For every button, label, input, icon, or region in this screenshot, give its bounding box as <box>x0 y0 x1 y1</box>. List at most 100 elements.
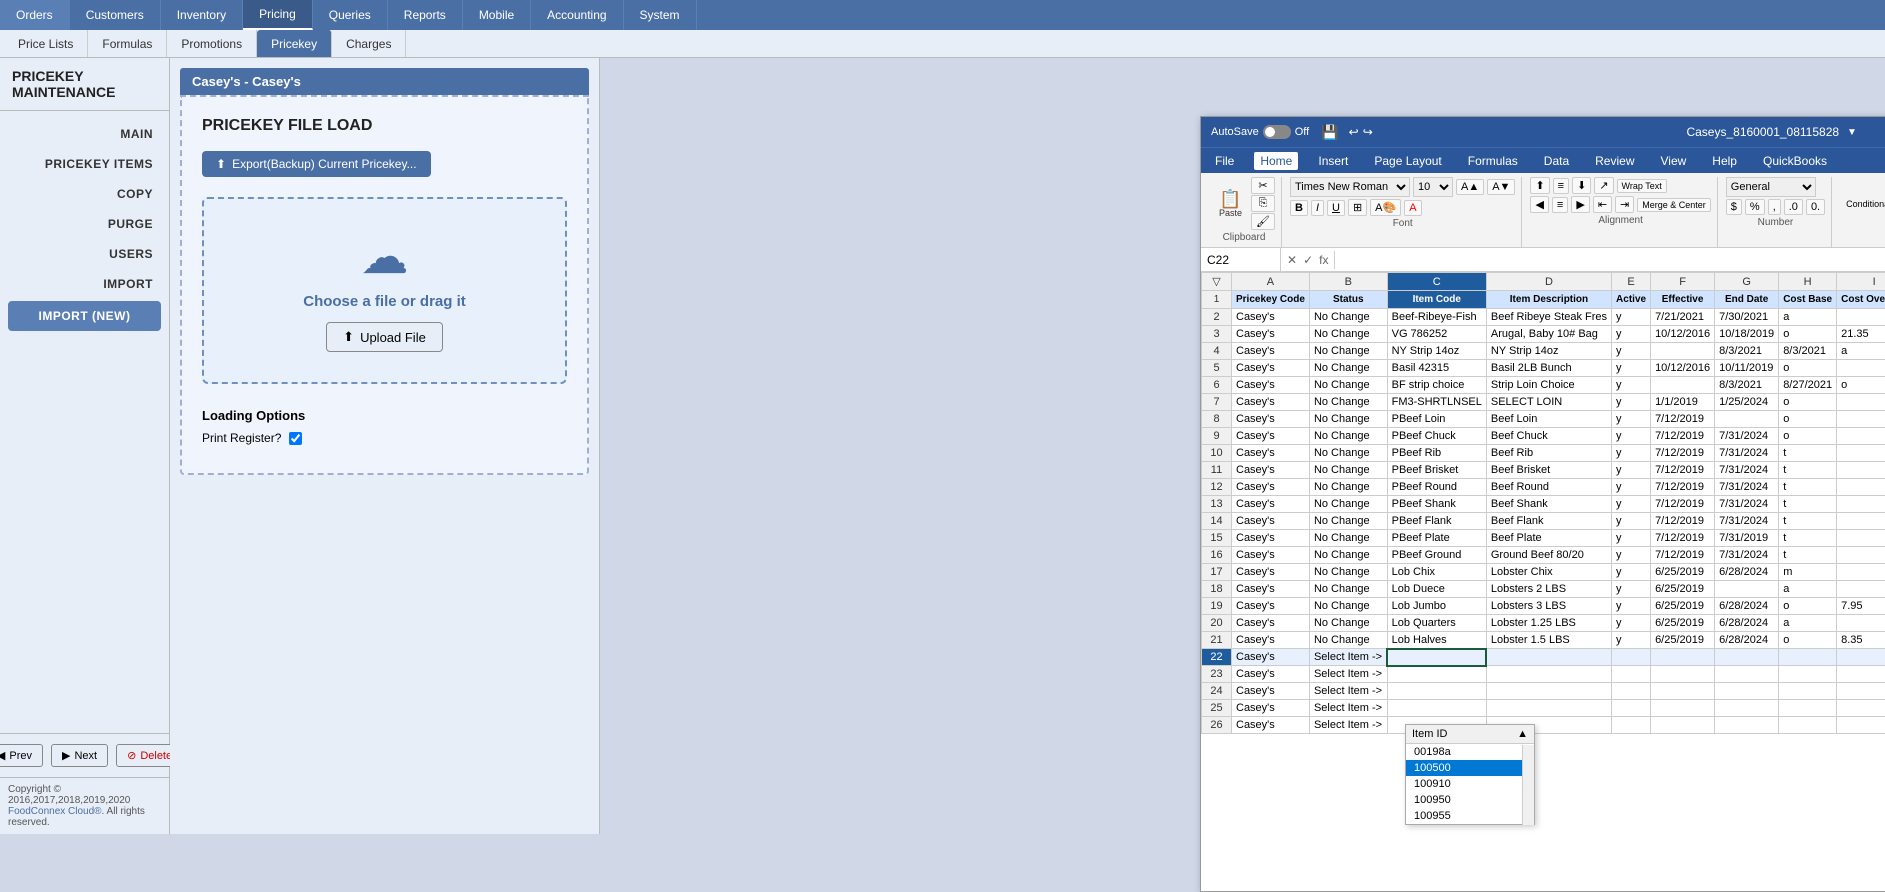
menu-import[interactable]: IMPORT <box>0 269 169 299</box>
cell-D19[interactable]: Lobsters 3 LBS <box>1486 598 1611 615</box>
bold-button[interactable]: B <box>1290 200 1308 216</box>
cell-H5[interactable]: o <box>1779 360 1837 377</box>
cell-E10[interactable]: y <box>1612 445 1651 462</box>
cell-C20[interactable]: Lob Quarters <box>1387 615 1486 632</box>
indent-increase-button[interactable]: ⇥ <box>1615 196 1634 213</box>
cell-C3[interactable]: VG 786252 <box>1387 326 1486 343</box>
cell-I2[interactable] <box>1837 309 1885 326</box>
cell-G9[interactable]: 7/31/2024 <box>1715 428 1779 445</box>
cell-C16[interactable]: PBeef Ground <box>1387 547 1486 564</box>
cell-A10[interactable]: Casey's <box>1232 445 1310 462</box>
font-name-selector[interactable]: Times New Roman <box>1290 177 1410 197</box>
cell-F16[interactable]: 7/12/2019 <box>1651 547 1715 564</box>
menu-page-layout[interactable]: Page Layout <box>1368 152 1447 170</box>
cell-I7[interactable] <box>1837 394 1885 411</box>
cell-E13[interactable]: y <box>1612 496 1651 513</box>
cell-F12[interactable]: 7/12/2019 <box>1651 479 1715 496</box>
cell-A22[interactable]: Casey's <box>1232 649 1310 666</box>
cell-H26[interactable] <box>1779 717 1837 734</box>
cell-H15[interactable]: t <box>1779 530 1837 547</box>
cell-D24[interactable] <box>1486 683 1611 700</box>
menu-pricekey-items[interactable]: PRICEKEY ITEMS <box>0 149 169 179</box>
cell-G15[interactable]: 7/31/2019 <box>1715 530 1779 547</box>
cell-F10[interactable]: 7/12/2019 <box>1651 445 1715 462</box>
dropdown-item-100500[interactable]: 100500 <box>1406 760 1534 776</box>
dropdown-arrow-icon[interactable]: ▼ <box>1847 127 1857 138</box>
cell-B4[interactable]: No Change <box>1309 343 1387 360</box>
cell-D2[interactable]: Beef Ribeye Steak Fres <box>1486 309 1611 326</box>
col-header-e[interactable]: E <box>1612 273 1651 291</box>
comma-button[interactable]: , <box>1768 199 1781 215</box>
cell-B6[interactable]: No Change <box>1309 377 1387 394</box>
cell-H3[interactable]: o <box>1779 326 1837 343</box>
cell-G7[interactable]: 1/25/2024 <box>1715 394 1779 411</box>
cell-A21[interactable]: Casey's <box>1232 632 1310 649</box>
cell-F22[interactable] <box>1651 649 1715 666</box>
cell-G24[interactable] <box>1715 683 1779 700</box>
cell-I25[interactable] <box>1837 700 1885 717</box>
cell-E16[interactable]: y <box>1612 547 1651 564</box>
cell-E19[interactable]: y <box>1612 598 1651 615</box>
drop-zone[interactable]: ☁ Choose a file or drag it ⬆ Upload File <box>202 197 567 384</box>
cell-F2[interactable]: 7/21/2021 <box>1651 309 1715 326</box>
col-header-i[interactable]: I <box>1837 273 1885 291</box>
menu-users[interactable]: USERS <box>0 239 169 269</box>
cell-D21[interactable]: Lobster 1.5 LBS <box>1486 632 1611 649</box>
cell-D10[interactable]: Beef Rib <box>1486 445 1611 462</box>
align-left-button[interactable]: ◀ <box>1530 196 1548 213</box>
cell-E25[interactable] <box>1612 700 1651 717</box>
subnav-promotions[interactable]: Promotions <box>167 30 257 57</box>
cell-C7[interactable]: FM3-SHRTLNSEL <box>1387 394 1486 411</box>
cell-B17[interactable]: No Change <box>1309 564 1387 581</box>
cell-F24[interactable] <box>1651 683 1715 700</box>
cell-F23[interactable] <box>1651 666 1715 683</box>
cell-E15[interactable]: y <box>1612 530 1651 547</box>
cell-A19[interactable]: Casey's <box>1232 598 1310 615</box>
cell-I17[interactable] <box>1837 564 1885 581</box>
cell-D13[interactable]: Beef Shank <box>1486 496 1611 513</box>
undo-icon[interactable]: ↩ <box>1349 125 1359 139</box>
cell-A23[interactable]: Casey's <box>1232 666 1310 683</box>
copyright-link[interactable]: FoodConnex Cloud® <box>8 806 102 817</box>
cell-D4[interactable]: NY Strip 14oz <box>1486 343 1611 360</box>
cell-G3[interactable]: 10/18/2019 <box>1715 326 1779 343</box>
cell-F13[interactable]: 7/12/2019 <box>1651 496 1715 513</box>
col-header-f[interactable]: F <box>1651 273 1715 291</box>
cell-D6[interactable]: Strip Loin Choice <box>1486 377 1611 394</box>
cell-E4[interactable]: y <box>1612 343 1651 360</box>
cell-D8[interactable]: Beef Loin <box>1486 411 1611 428</box>
cell-G2[interactable]: 7/30/2021 <box>1715 309 1779 326</box>
indent-decrease-button[interactable]: ⇤ <box>1593 196 1612 213</box>
cell-H24[interactable] <box>1779 683 1837 700</box>
cell-C23[interactable] <box>1387 666 1486 683</box>
subnav-charges[interactable]: Charges <box>332 30 406 57</box>
cell-D15[interactable]: Beef Plate <box>1486 530 1611 547</box>
cell-A9[interactable]: Casey's <box>1232 428 1310 445</box>
cell-B24[interactable]: Select Item -> <box>1309 683 1387 700</box>
cell-I14[interactable] <box>1837 513 1885 530</box>
cell-reference-box[interactable]: C22 <box>1201 248 1281 271</box>
menu-purge[interactable]: PURGE <box>0 209 169 239</box>
nav-accounting[interactable]: Accounting <box>531 0 623 30</box>
cell-A14[interactable]: Casey's <box>1232 513 1310 530</box>
cell-H7[interactable]: o <box>1779 394 1837 411</box>
cell-A26[interactable]: Casey's <box>1232 717 1310 734</box>
cell-E21[interactable]: y <box>1612 632 1651 649</box>
cell-E9[interactable]: y <box>1612 428 1651 445</box>
paste-button[interactable]: 📋 Paste <box>1213 188 1248 220</box>
dropdown-item-100910[interactable]: 100910 <box>1406 776 1534 792</box>
cell-F6[interactable] <box>1651 377 1715 394</box>
cell-H25[interactable] <box>1779 700 1837 717</box>
cell-G23[interactable] <box>1715 666 1779 683</box>
dropdown-scrollbar[interactable] <box>1522 745 1534 825</box>
cell-B25[interactable]: Select Item -> <box>1309 700 1387 717</box>
cell-A13[interactable]: Casey's <box>1232 496 1310 513</box>
cell-D12[interactable]: Beef Round <box>1486 479 1611 496</box>
cell-B11[interactable]: No Change <box>1309 462 1387 479</box>
cell-F4[interactable] <box>1651 343 1715 360</box>
align-center-button[interactable]: ≡ <box>1552 197 1568 213</box>
cell-E12[interactable]: y <box>1612 479 1651 496</box>
cell-H4[interactable]: 8/3/2021 <box>1779 343 1837 360</box>
align-right-button[interactable]: ▶ <box>1571 196 1589 213</box>
font-color-button[interactable]: A <box>1404 200 1421 216</box>
